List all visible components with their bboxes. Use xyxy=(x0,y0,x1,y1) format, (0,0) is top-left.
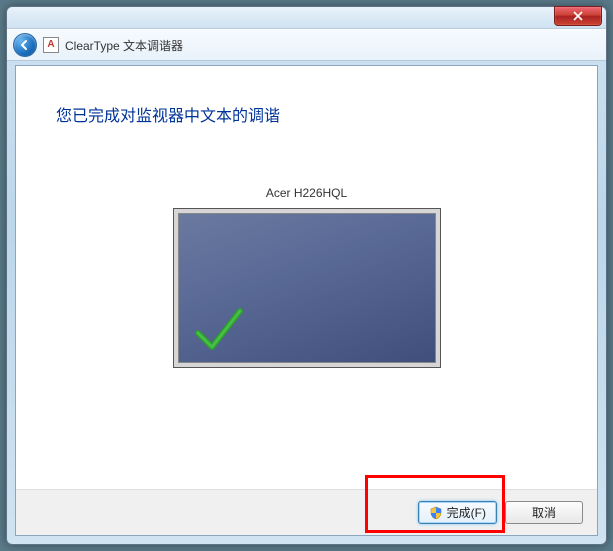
monitor-preview xyxy=(173,208,441,368)
page-heading: 您已完成对监视器中文本的调谐 xyxy=(56,102,557,126)
cancel-button[interactable]: 取消 xyxy=(505,501,583,524)
nav-title: ClearType 文本调谐器 xyxy=(65,37,183,54)
dialog-window: A ClearType 文本调谐器 您已完成对监视器中文本的调谐 Acer H2… xyxy=(6,6,607,545)
navbar: A ClearType 文本调谐器 xyxy=(7,29,606,61)
app-icon-letter: A xyxy=(47,40,54,50)
back-arrow-icon xyxy=(19,39,31,51)
back-button[interactable] xyxy=(13,33,37,57)
monitor-name: Acer H226HQL xyxy=(56,186,557,200)
finish-button[interactable]: 完成(F) xyxy=(418,501,497,524)
app-icon: A xyxy=(43,37,59,53)
shield-icon xyxy=(429,506,443,520)
client-area: 您已完成对监视器中文本的调谐 Acer H226HQL 完成(F) xyxy=(15,65,598,536)
finish-button-label: 完成(F) xyxy=(447,504,486,521)
titlebar xyxy=(7,7,606,29)
checkmark-icon xyxy=(192,303,246,357)
close-icon xyxy=(573,11,583,21)
monitor-section: Acer H226HQL xyxy=(56,186,557,368)
footer: 完成(F) 取消 xyxy=(16,489,597,535)
close-button[interactable] xyxy=(554,6,602,26)
content: 您已完成对监视器中文本的调谐 Acer H226HQL xyxy=(16,66,597,489)
cancel-button-label: 取消 xyxy=(532,504,556,521)
